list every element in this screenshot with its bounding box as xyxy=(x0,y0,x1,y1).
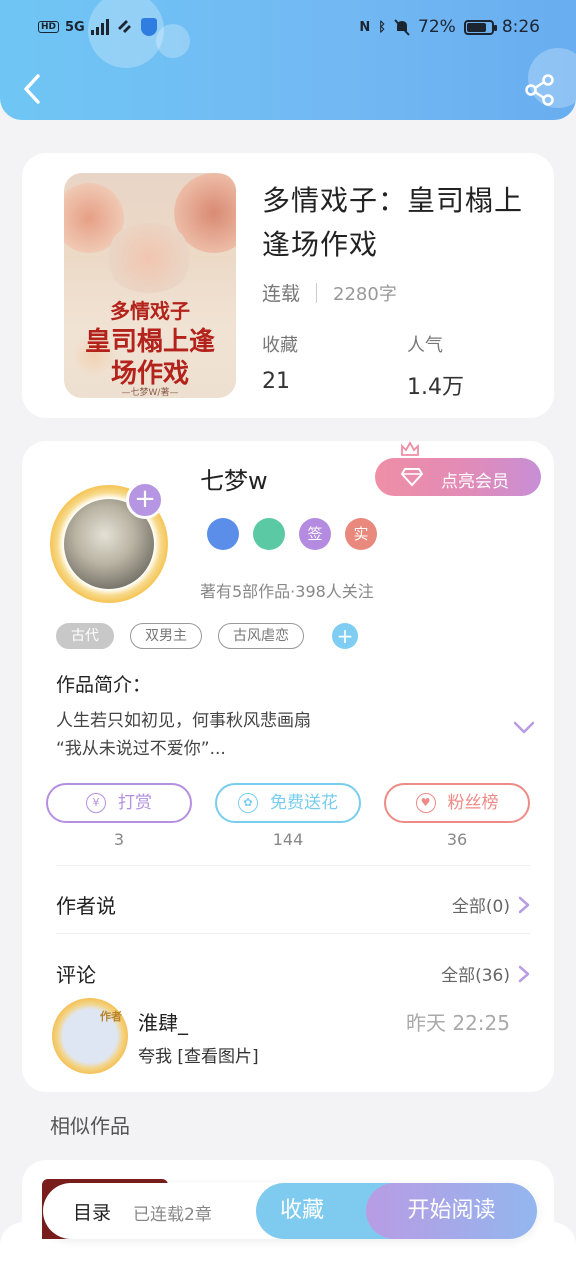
author-badges: 签实 xyxy=(207,518,377,550)
back-button[interactable] xyxy=(18,72,48,106)
follow-plus-button[interactable]: + xyxy=(126,481,164,519)
tag-item[interactable]: 古风虐恋 xyxy=(218,623,304,649)
share-button[interactable] xyxy=(524,74,556,106)
user-heart-icon: ♥ xyxy=(415,793,436,813)
clock: 8:26 xyxy=(501,17,540,37)
network-icon: 5G xyxy=(65,19,85,35)
author-say-more[interactable]: 全部(0) xyxy=(452,892,530,917)
book-meta: 连载 2280字 xyxy=(262,279,397,306)
author-badge xyxy=(253,518,285,550)
action-row: ¥ 打赏 ✿ 免费送花 ♥ 粉丝榜 xyxy=(46,783,530,823)
nfc-icon: N xyxy=(359,19,371,35)
tip-button-label: 打赏 xyxy=(118,793,152,813)
divider xyxy=(56,865,530,866)
chevron-right-icon xyxy=(518,896,530,913)
stat-favorites-value: 21 xyxy=(262,369,290,394)
comments-more-label: 全部(36) xyxy=(441,966,510,986)
stat-favorites-label: 收藏 xyxy=(262,335,298,356)
start-reading-button[interactable]: 开始阅读 xyxy=(366,1183,537,1239)
header: HD 5G N ᛒ 72% 8:26 xyxy=(0,0,576,120)
fan-count: 36 xyxy=(446,830,468,849)
signal-icon xyxy=(90,19,109,35)
chevron-right-icon xyxy=(518,965,530,982)
author-tag: 作者 xyxy=(100,1010,122,1023)
battery-fill xyxy=(466,22,486,32)
vip-button[interactable]: 点亮会员 xyxy=(375,458,541,496)
meta-divider xyxy=(316,282,318,303)
author-badge: 签 xyxy=(299,518,331,550)
tip-button[interactable]: ¥ 打赏 xyxy=(46,783,192,823)
send-flower-button[interactable]: ✿ 免费送花 xyxy=(215,783,361,823)
intro-label: 作品简介： xyxy=(56,674,152,696)
author-say-more-label: 全部(0) xyxy=(451,897,510,917)
tip-count: 3 xyxy=(113,830,125,849)
tag-list: 古代 双男主 古风虐恋 + xyxy=(56,623,358,649)
mute-bell-icon xyxy=(394,18,410,36)
cover-author: —七梦W/著— xyxy=(121,388,179,398)
battery-icon xyxy=(463,19,497,35)
status-bar: HD 5G N ᛒ 72% 8:26 xyxy=(0,0,576,56)
chapter-progress: 已连载2章 xyxy=(133,1205,212,1225)
cover-flower xyxy=(104,223,194,293)
battery-text: 72% xyxy=(418,17,456,37)
stat-favorites: 收藏 21 xyxy=(262,331,298,394)
flower-icon: ✿ xyxy=(238,793,258,813)
vip-button-label: 点亮会员 xyxy=(441,472,509,492)
tag-item[interactable]: 古代 xyxy=(56,623,114,649)
intro-text: 人生若只如初见，何事秋风悲画扇 “我从未说过不爱你”... xyxy=(56,707,311,763)
fan-ranking-button[interactable]: ♥ 粉丝榜 xyxy=(384,783,530,823)
intro-line: “我从未说过不爱你”... xyxy=(56,739,226,759)
flower-count: 144 xyxy=(272,830,304,849)
book-info-card: 多情戏子 皇司榻上逢 场作戏 —七梦W/著— 多情戏子：皇司榻上逢场作戏 连载 … xyxy=(22,153,554,418)
author-stats: 著有5部作品·398人关注 xyxy=(200,582,374,601)
bottom-action-bar: 目录 已连载2章 收藏 开始阅读 xyxy=(43,1183,537,1239)
hd-icon: HD xyxy=(38,21,60,33)
similar-works-title: 相似作品 xyxy=(50,1114,130,1138)
comment-time: 昨天 22:25 xyxy=(406,1011,510,1035)
stat-popularity: 人气 1.4万 xyxy=(407,331,464,401)
book-title: 多情戏子：皇司榻上逢场作戏 xyxy=(262,184,524,261)
crown-icon xyxy=(401,441,419,456)
toc-button[interactable]: 目录 xyxy=(73,1198,111,1225)
author-card: + 七梦w 点亮会员 签实 著有5部作品·398人关注 古代 双男主 古风虐恋 … xyxy=(22,441,554,1092)
book-status: 连载 xyxy=(262,283,301,305)
wifi-icon xyxy=(117,20,131,33)
divider xyxy=(56,933,530,934)
author-say-title: 作者说 xyxy=(56,894,116,918)
author-badge xyxy=(207,518,239,550)
comments-more[interactable]: 全部(36) xyxy=(441,961,530,986)
commenter-avatar[interactable]: 作者 xyxy=(52,998,128,1074)
comments-title: 评论 xyxy=(56,963,96,987)
stat-popularity-value: 1.4万 xyxy=(407,375,464,400)
comment-text[interactable]: 夸我 [查看图片] xyxy=(138,1042,259,1067)
fan-ranking-button-label: 粉丝榜 xyxy=(447,793,499,813)
book-cover[interactable]: 多情戏子 皇司榻上逢 场作戏 —七梦W/著— xyxy=(64,173,236,398)
diamond-icon xyxy=(401,468,423,487)
author-badge: 实 xyxy=(345,518,377,550)
yen-icon: ¥ xyxy=(86,793,106,813)
book-word-count: 2280字 xyxy=(333,283,397,305)
stat-popularity-label: 人气 xyxy=(407,335,443,356)
expand-chevron-icon[interactable] xyxy=(513,721,535,735)
intro-line: 人生若只如初见，何事秋风悲画扇 xyxy=(56,711,311,731)
author-name[interactable]: 七梦w xyxy=(200,461,268,496)
commenter-name[interactable]: 淮肆_ xyxy=(138,1007,188,1036)
send-flower-button-label: 免费送花 xyxy=(270,793,338,813)
cover-title-top: 多情戏子 xyxy=(110,299,190,323)
add-tag-button[interactable]: + xyxy=(332,623,358,649)
tag-item[interactable]: 双男主 xyxy=(130,623,202,649)
bluetooth-icon: ᛒ xyxy=(378,19,387,35)
shield-icon xyxy=(140,18,157,36)
